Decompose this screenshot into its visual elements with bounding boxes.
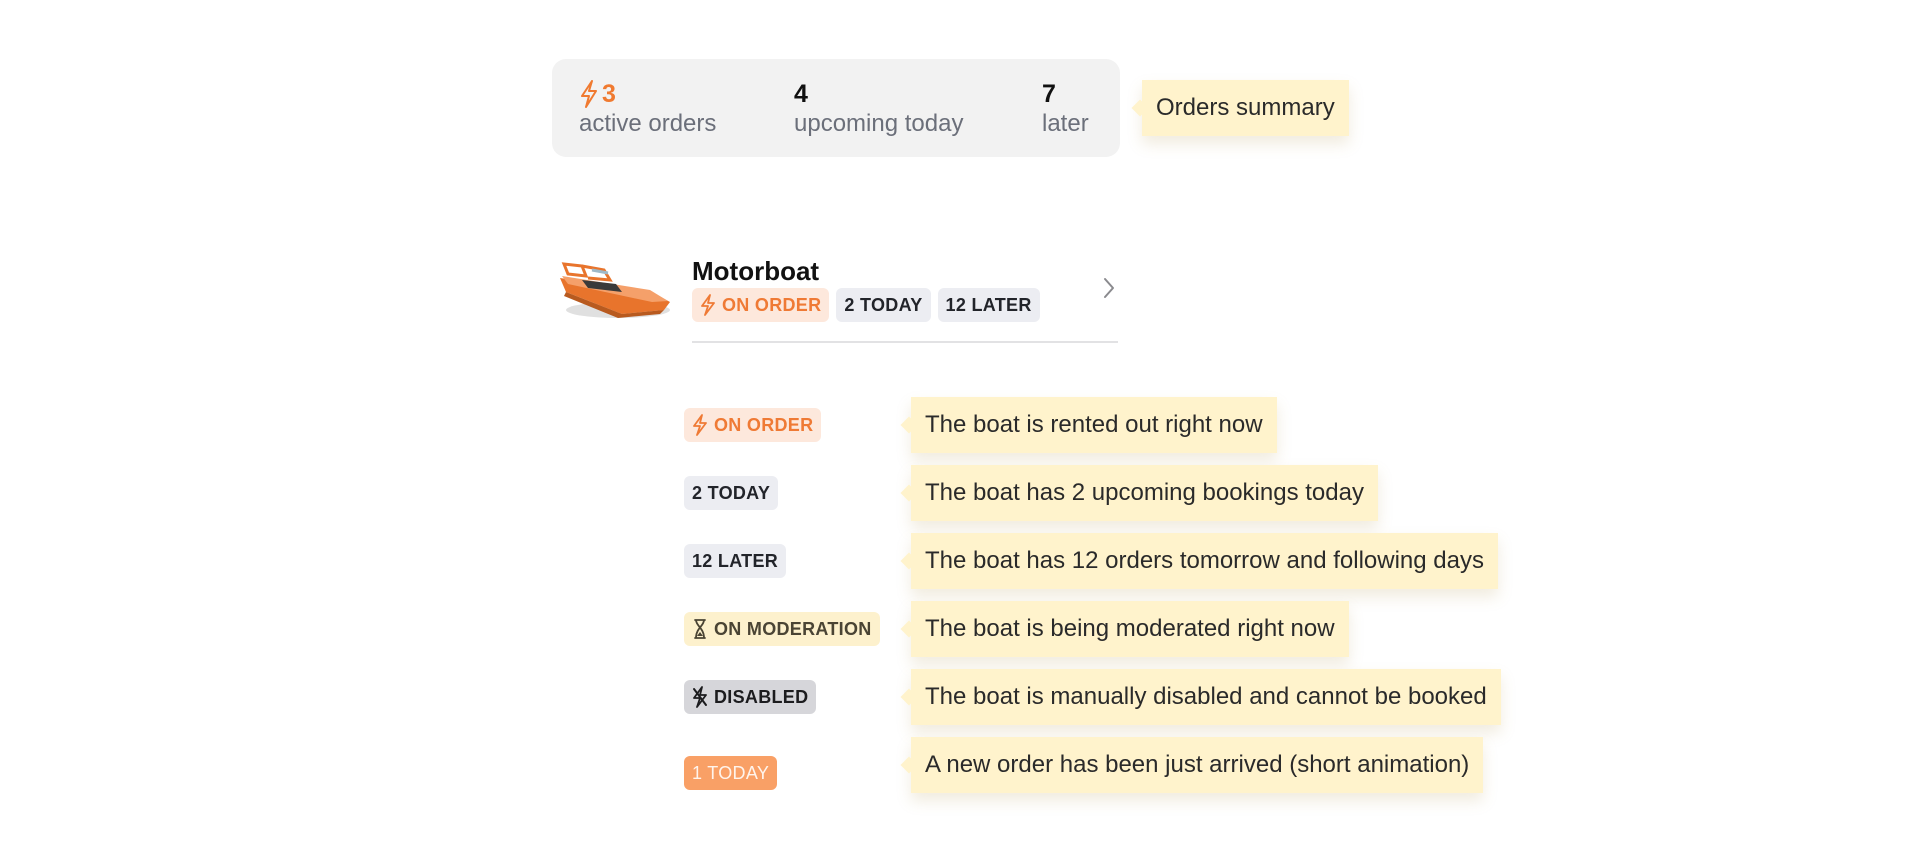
legend-later-tag: 12 LATER xyxy=(684,544,787,578)
later-count: 7 xyxy=(1042,80,1056,108)
orders-summary-card[interactable]: 3 active orders 4 upcoming today 7 later xyxy=(552,59,1120,157)
legend-on-order-tag: ON ORDER xyxy=(684,408,822,442)
legend-today-tag: 2 TODAY xyxy=(684,476,779,510)
lightning-icon xyxy=(701,294,715,316)
lightning-icon xyxy=(581,80,597,108)
legend-new-order-note: A new order has been just arrived (short… xyxy=(911,737,1484,793)
upcoming-today-label: upcoming today xyxy=(794,110,964,137)
today-count-tag: 2 TODAY xyxy=(836,288,931,322)
boat-image xyxy=(560,262,670,318)
boat-tags: ON ORDER 2 TODAY 12 LATER xyxy=(692,288,1040,322)
active-orders-stat: 3 active orders xyxy=(579,79,716,139)
legend-later-note: The boat has 12 orders tomorrow and foll… xyxy=(911,533,1498,589)
legend-moderation-note: The boat is being moderated right now xyxy=(911,601,1349,657)
divider xyxy=(692,341,1118,343)
later-label: later xyxy=(1042,110,1089,137)
legend-today-note: The boat has 2 upcoming bookings today xyxy=(911,465,1378,521)
legend-moderation-tag: ON MODERATION xyxy=(684,612,880,646)
upcoming-today-count: 4 xyxy=(794,80,808,108)
active-orders-label: active orders xyxy=(579,110,717,137)
on-order-tag: ON ORDER xyxy=(692,288,830,322)
later-stat: 7 later xyxy=(1042,79,1089,139)
hourglass-icon xyxy=(694,619,706,639)
legend-disabled-tag: DISABLED xyxy=(684,680,817,714)
later-count-tag: 12 LATER xyxy=(937,288,1040,322)
boat-name: Motorboat xyxy=(692,256,820,286)
legend-on-order-note: The boat is rented out right now xyxy=(911,397,1277,453)
lightning-icon xyxy=(693,414,707,436)
legend-disabled-note: The boat is manually disabled and cannot… xyxy=(911,669,1501,725)
upcoming-today-stat: 4 upcoming today xyxy=(794,79,963,139)
active-orders-count: 3 xyxy=(602,80,616,108)
disabled-lightning-icon xyxy=(693,686,707,708)
legend-new-order-tag: 1 TODAY xyxy=(684,756,778,790)
orders-summary-note: Orders summary xyxy=(1142,80,1349,136)
chevron-right-icon[interactable] xyxy=(1100,274,1118,302)
